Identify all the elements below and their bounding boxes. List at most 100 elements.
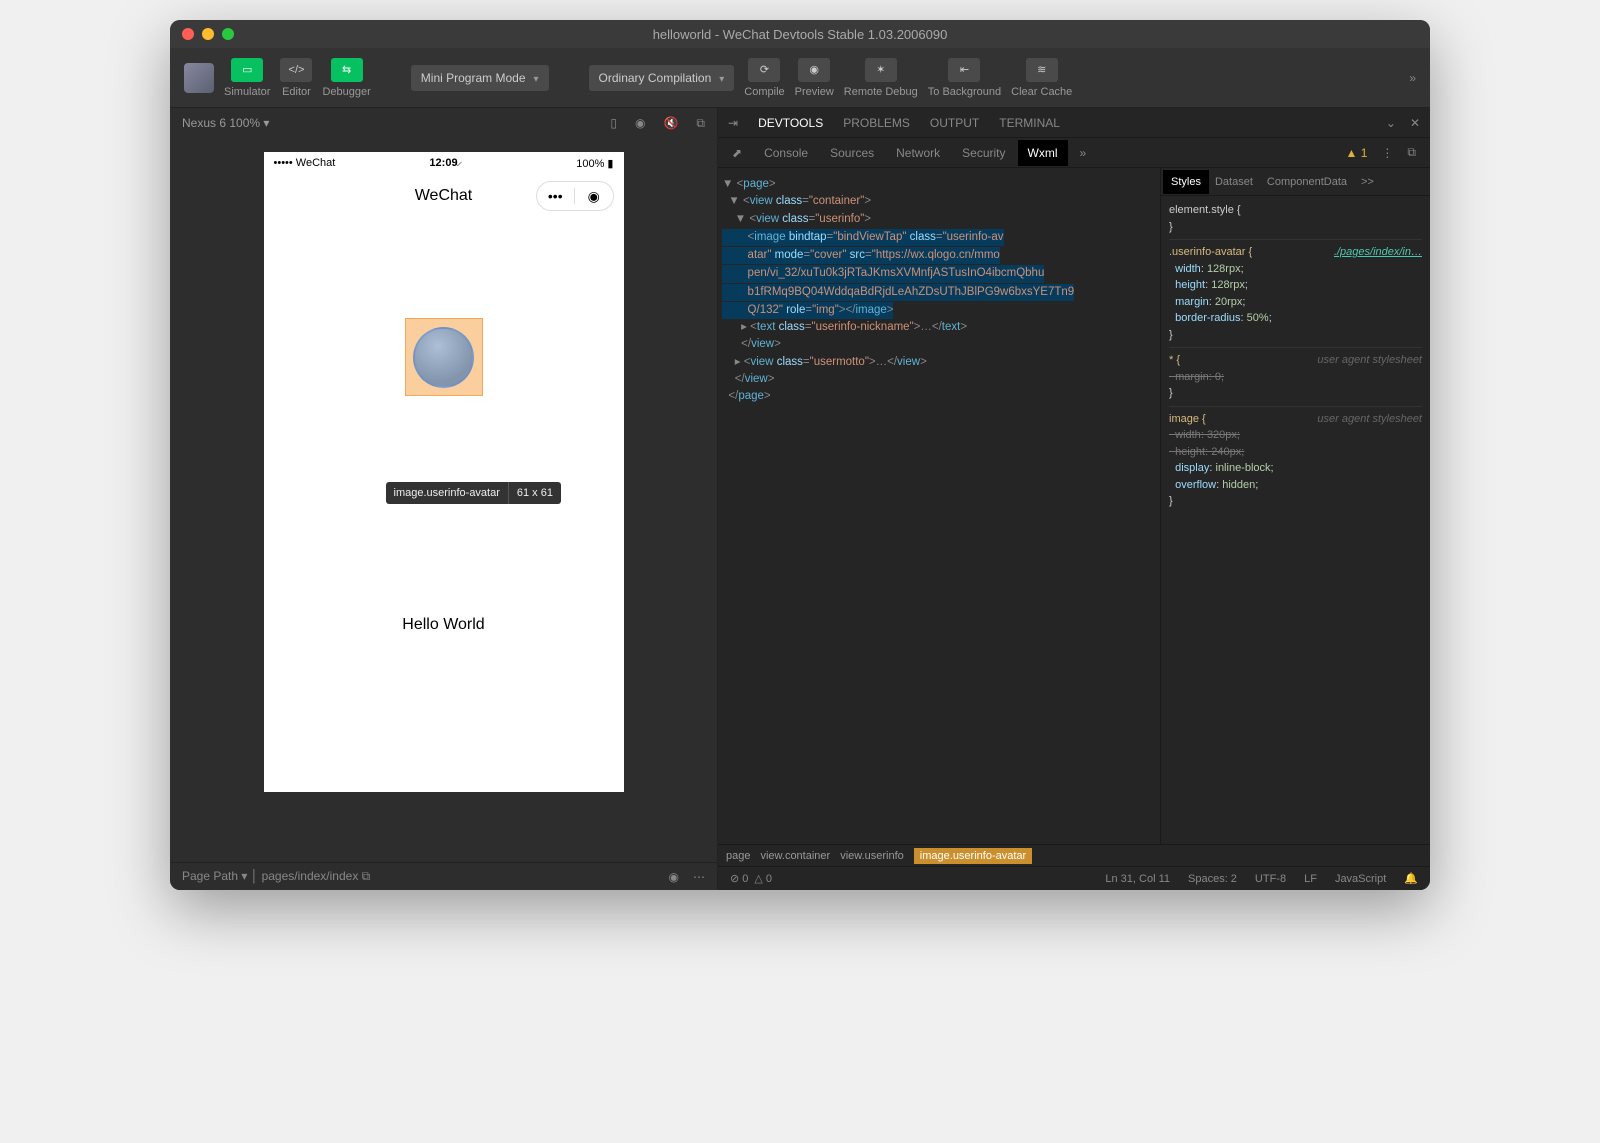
styles-panel: Styles Dataset ComponentData >> element.…: [1160, 168, 1430, 844]
simulator-button[interactable]: ▭ Simulator: [224, 58, 270, 98]
popout-icon[interactable]: ⧉: [1407, 145, 1416, 160]
debug-icon: ⇆: [331, 58, 363, 82]
popout-icon[interactable]: ⧉: [696, 116, 705, 131]
editor-button[interactable]: </> Editor: [280, 58, 312, 98]
record-icon[interactable]: ◉: [635, 116, 645, 131]
crumb-page[interactable]: page: [726, 850, 750, 862]
warnings-badge[interactable]: △ 0: [754, 872, 772, 885]
more-icon[interactable]: ⋯: [693, 870, 705, 884]
expand-icon[interactable]: ⇥: [728, 116, 738, 130]
device-dropdown[interactable]: Nexus 6 100% ▾: [182, 116, 269, 130]
carrier-label: ••••• WeChat: [274, 157, 336, 169]
compilation-dropdown[interactable]: Ordinary Compilation: [589, 65, 735, 91]
user-avatar[interactable]: [184, 63, 214, 93]
styles-tabs: Styles Dataset ComponentData >>: [1161, 168, 1430, 196]
more-tabs-icon[interactable]: »: [1080, 146, 1087, 160]
breadcrumb: page view.container view.userinfo image.…: [718, 844, 1430, 866]
tab-security[interactable]: Security: [962, 146, 1005, 160]
phone-body: image.userinfo-avatar 61 x 61 Hello Worl…: [264, 218, 624, 634]
indent-info[interactable]: Spaces: 2: [1188, 873, 1237, 885]
phone-simulator[interactable]: ••••• WeChat ⌵ 12:09 100% ▮ WeChat ••• ◉: [264, 152, 624, 792]
wxml-tree[interactable]: ▼ <page> ▼ <view class="container"> ▼ <v…: [718, 168, 1160, 844]
crumb-userinfo[interactable]: view.userinfo: [840, 850, 904, 862]
content-area: Nexus 6 100% ▾ ▯ ◉ 🔇 ⧉ ••••• WeChat ⌵ 12…: [170, 108, 1430, 890]
warning-badge[interactable]: ▲ 1: [1346, 146, 1368, 160]
tab-styles[interactable]: Styles: [1163, 170, 1209, 194]
preview-button[interactable]: ◉ Preview: [795, 58, 834, 98]
visibility-icon[interactable]: ◉: [669, 870, 679, 884]
status-bar: ⊘ 0 △ 0 Ln 31, Col 11 Spaces: 2 UTF-8 LF…: [718, 866, 1430, 890]
tab-problems[interactable]: PROBLEMS: [843, 116, 910, 130]
phone-icon: ▭: [231, 58, 263, 82]
simulator-footer: Page Path ▾ │ pages/index/index ⧉ ◉ ⋯: [170, 862, 717, 890]
capsule-button[interactable]: ••• ◉: [536, 181, 614, 211]
device-icon[interactable]: ▯: [610, 116, 617, 131]
hello-text: Hello World: [402, 616, 484, 634]
compile-button[interactable]: ⟳ Compile: [744, 58, 784, 98]
more-icon[interactable]: >>: [1361, 176, 1374, 188]
inspect-tooltip: image.userinfo-avatar 61 x 61: [386, 482, 561, 504]
phone-status-bar: ••••• WeChat ⌵ 12:09 100% ▮: [264, 152, 624, 174]
tab-dataset[interactable]: Dataset: [1215, 176, 1253, 188]
minimize-icon[interactable]: [202, 28, 214, 40]
main-toolbar: ▭ Simulator </> Editor ⇆ Debugger Mini P…: [170, 48, 1430, 108]
crumb-avatar[interactable]: image.userinfo-avatar: [914, 848, 1032, 864]
maximize-icon[interactable]: [222, 28, 234, 40]
tab-sources[interactable]: Sources: [830, 146, 874, 160]
code-icon: </>: [280, 58, 312, 82]
exit-icon: ⇤: [948, 58, 980, 82]
remote-debug-button[interactable]: ✶ Remote Debug: [844, 58, 918, 98]
eol-info[interactable]: LF: [1304, 873, 1317, 885]
tab-network[interactable]: Network: [896, 146, 940, 160]
more-icon[interactable]: »: [1409, 71, 1416, 85]
mode-dropdown[interactable]: Mini Program Mode: [411, 65, 549, 91]
crumb-container[interactable]: view.container: [760, 850, 830, 862]
devtools-subtabs: ⬈ Console Sources Network Security Wxml …: [718, 138, 1430, 168]
errors-badge[interactable]: ⊘ 0: [730, 872, 748, 885]
mute-icon[interactable]: 🔇: [663, 116, 678, 131]
chevron-down-icon[interactable]: ⌄: [1386, 116, 1396, 130]
tab-wxml[interactable]: Wxml: [1018, 140, 1068, 166]
avatar-highlight[interactable]: [405, 318, 483, 396]
encoding-info[interactable]: UTF-8: [1255, 873, 1286, 885]
close-icon[interactable]: [182, 28, 194, 40]
background-button[interactable]: ⇤ To Background: [928, 58, 1001, 98]
bell-icon[interactable]: 🔔: [1404, 872, 1418, 885]
page-path-label[interactable]: Page Path: [182, 869, 238, 883]
window-title: helloworld - WeChat Devtools Stable 1.03…: [653, 27, 948, 42]
capsule-menu-icon[interactable]: •••: [537, 188, 576, 204]
bug-icon: ✶: [865, 58, 897, 82]
clear-cache-button[interactable]: ≋ Clear Cache: [1011, 58, 1072, 98]
kebab-icon[interactable]: ⋮: [1381, 146, 1393, 160]
nav-title: WeChat: [415, 187, 473, 205]
tab-componentdata[interactable]: ComponentData: [1267, 176, 1347, 188]
tooltip-dimensions: 61 x 61: [509, 482, 561, 504]
battery-label: 100% ▮: [576, 157, 613, 170]
tab-output[interactable]: OUTPUT: [930, 116, 979, 130]
phone-wrap: ••••• WeChat ⌵ 12:09 100% ▮ WeChat ••• ◉: [170, 138, 717, 862]
refresh-icon: ⟳: [748, 58, 780, 82]
tooltip-selector: image.userinfo-avatar: [386, 482, 509, 504]
traffic-lights: [170, 28, 234, 40]
copy-icon[interactable]: ⧉: [362, 869, 371, 883]
simulator-toolbar: Nexus 6 100% ▾ ▯ ◉ 🔇 ⧉: [170, 108, 717, 138]
page-path-value: pages/index/index: [262, 869, 359, 883]
capsule-close-icon[interactable]: ◉: [575, 188, 613, 205]
simulator-pane: Nexus 6 100% ▾ ▯ ◉ 🔇 ⧉ ••••• WeChat ⌵ 12…: [170, 108, 718, 890]
devtools-body: ▼ <page> ▼ <view class="container"> ▼ <v…: [718, 168, 1430, 844]
cursor-position[interactable]: Ln 31, Col 11: [1105, 873, 1170, 885]
devtools-pane: ⇥ DEVTOOLS PROBLEMS OUTPUT TERMINAL ⌄ ✕ …: [718, 108, 1430, 890]
tab-terminal[interactable]: TERMINAL: [999, 116, 1060, 130]
titlebar: helloworld - WeChat Devtools Stable 1.03…: [170, 20, 1430, 48]
debugger-button[interactable]: ⇆ Debugger: [322, 58, 370, 98]
avatar: [413, 327, 474, 388]
app-window: helloworld - WeChat Devtools Stable 1.03…: [170, 20, 1430, 890]
lang-info[interactable]: JavaScript: [1335, 873, 1386, 885]
phone-nav-bar: WeChat ••• ◉: [264, 174, 624, 218]
tab-console[interactable]: Console: [764, 146, 808, 160]
inspect-icon[interactable]: ⬈: [732, 146, 742, 160]
styles-rules[interactable]: element.style { } .userinfo-avatar {./pa…: [1161, 196, 1430, 844]
close-panel-icon[interactable]: ✕: [1410, 116, 1420, 130]
panel-tabs: ⇥ DEVTOOLS PROBLEMS OUTPUT TERMINAL ⌄ ✕: [718, 108, 1430, 138]
tab-devtools[interactable]: DEVTOOLS: [758, 116, 823, 130]
